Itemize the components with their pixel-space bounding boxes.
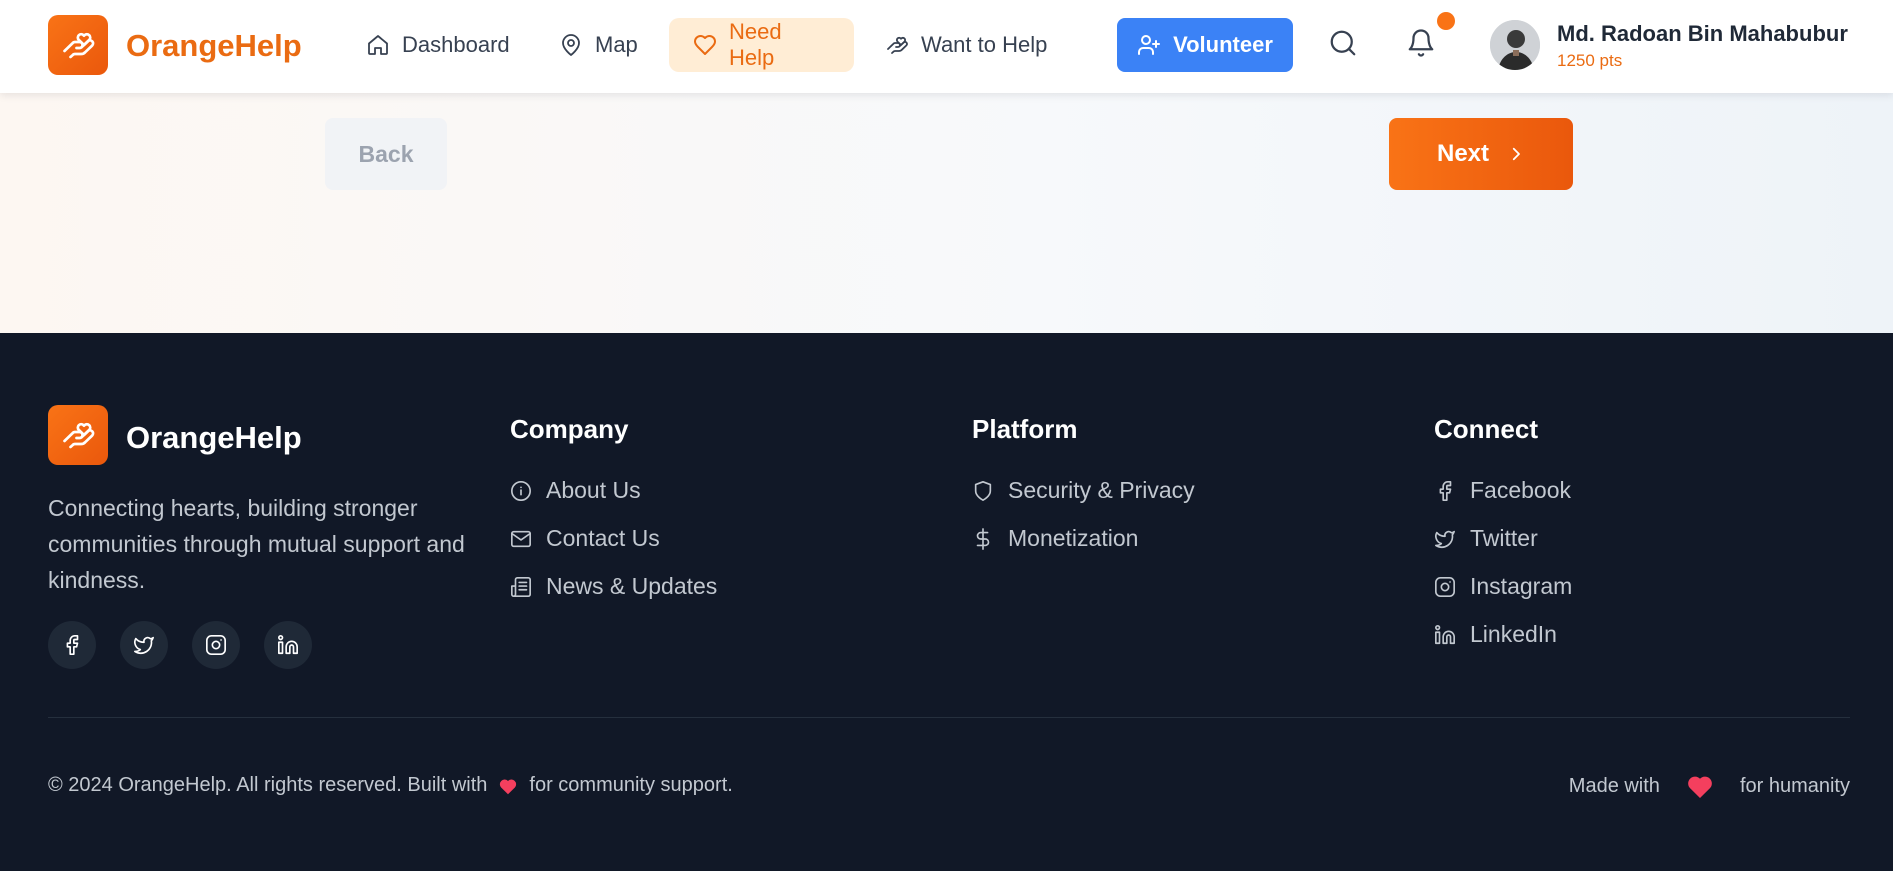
user-name[interactable]: Md. Radoan Bin Mahabubur — [1557, 21, 1848, 47]
heart-icon — [1684, 770, 1716, 802]
map-pin-icon — [559, 33, 583, 57]
nav-want-to-help-label: Want to Help — [921, 32, 1048, 57]
bell-icon — [1406, 28, 1438, 58]
facebook-link[interactable]: Facebook — [1434, 477, 1571, 504]
facebook-icon — [61, 634, 83, 656]
security-privacy-label: Security & Privacy — [1008, 477, 1195, 503]
connect-heading: Connect — [1434, 414, 1538, 444]
heart-icon — [693, 33, 717, 57]
nav-map[interactable]: Map — [535, 18, 662, 72]
chevron-right-icon — [1507, 145, 1525, 163]
social-facebook-button[interactable] — [48, 621, 96, 669]
instagram-label: Instagram — [1470, 573, 1573, 599]
twitter-label: Twitter — [1470, 525, 1538, 551]
back-label: Back — [358, 140, 414, 167]
social-linkedin-button[interactable] — [264, 621, 312, 669]
company-heading: Company — [510, 414, 629, 444]
footer-divider — [48, 717, 1850, 718]
nav-dashboard[interactable]: Dashboard — [342, 18, 534, 72]
avatar[interactable] — [1490, 20, 1540, 70]
back-button[interactable]: Back — [325, 118, 447, 190]
footer-tagline: Connecting hearts, building stronger com… — [48, 495, 465, 593]
footer-logo[interactable] — [48, 405, 108, 465]
user-points: 1250 pts — [1557, 51, 1623, 70]
copyright: © 2024 OrangeHelp. All rights reserved. … — [48, 774, 733, 797]
newspaper-icon — [510, 576, 532, 598]
news-updates-link[interactable]: News & Updates — [510, 573, 717, 600]
dollar-icon — [972, 527, 994, 550]
news-updates-label: News & Updates — [546, 573, 718, 599]
info-icon — [510, 480, 532, 502]
top-nav: OrangeHelp Dashboard Map Need Help Want … — [0, 0, 1893, 93]
linkedin-icon — [277, 634, 299, 656]
hand-heart-icon — [885, 33, 909, 57]
hand-heart-icon — [60, 27, 96, 63]
linkedin-icon — [1434, 624, 1456, 646]
volunteer-label: Volunteer — [1173, 32, 1273, 57]
notification-dot — [1437, 12, 1455, 30]
nav-need-help[interactable]: Need Help — [669, 18, 854, 72]
search-icon — [1328, 28, 1360, 58]
contact-us-label: Contact Us — [546, 525, 660, 551]
nav-want-to-help[interactable]: Want to Help — [861, 18, 1071, 72]
home-icon — [366, 33, 390, 57]
nav-need-help-label: Need Help — [729, 19, 782, 70]
monetization-link[interactable]: Monetization — [972, 525, 1138, 552]
user-plus-icon — [1137, 33, 1161, 57]
shield-icon — [972, 480, 994, 502]
heart-icon — [497, 775, 519, 797]
facebook-label: Facebook — [1470, 477, 1572, 503]
twitter-link[interactable]: Twitter — [1434, 525, 1538, 552]
search-button[interactable] — [1328, 28, 1360, 60]
linkedin-link[interactable]: LinkedIn — [1434, 621, 1557, 648]
mail-icon — [510, 528, 532, 550]
about-us-link[interactable]: About Us — [510, 477, 641, 504]
nav-map-label: Map — [595, 32, 638, 57]
monetization-label: Monetization — [1008, 525, 1139, 551]
social-twitter-button[interactable] — [120, 621, 168, 669]
form-navigation-area — [0, 93, 1893, 333]
notifications-button[interactable] — [1406, 28, 1438, 60]
about-us-label: About Us — [546, 477, 641, 503]
volunteer-button[interactable]: Volunteer — [1117, 18, 1293, 72]
instagram-link[interactable]: Instagram — [1434, 573, 1572, 600]
facebook-icon — [1434, 480, 1456, 502]
instagram-icon — [205, 634, 227, 656]
copyright-text-end: for community support. — [529, 774, 733, 796]
nav-dashboard-label: Dashboard — [402, 32, 510, 57]
next-button[interactable]: Next — [1389, 118, 1573, 190]
copyright-text-start: © 2024 OrangeHelp. All rights reserved. … — [48, 774, 488, 796]
platform-heading: Platform — [972, 414, 1078, 444]
brand-name[interactable]: OrangeHelp — [126, 29, 302, 63]
made-with: Made with for humanity — [1569, 770, 1850, 802]
hand-heart-icon — [60, 417, 96, 453]
footer-brand-name: OrangeHelp — [126, 420, 302, 455]
next-label: Next — [1436, 140, 1490, 167]
twitter-icon — [1434, 528, 1456, 550]
contact-us-link[interactable]: Contact Us — [510, 525, 660, 552]
linkedin-label: LinkedIn — [1470, 621, 1557, 647]
made-with-text-start: Made with — [1568, 774, 1660, 797]
social-instagram-button[interactable] — [192, 621, 240, 669]
instagram-icon — [1434, 576, 1456, 598]
twitter-icon — [133, 634, 155, 656]
security-privacy-link[interactable]: Security & Privacy — [972, 477, 1195, 504]
logo[interactable] — [48, 15, 108, 75]
made-with-text-end: for humanity — [1739, 774, 1850, 797]
